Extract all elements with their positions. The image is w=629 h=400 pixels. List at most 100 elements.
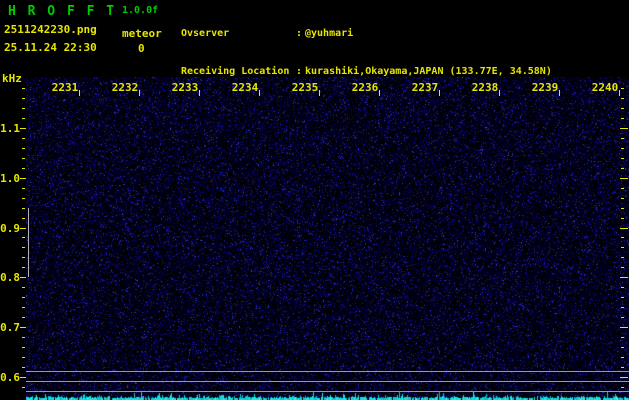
freq-tick-left [22,347,25,348]
carrier-line [26,381,629,382]
freq-tick-left [22,108,25,109]
freq-tick-right [620,178,628,179]
freq-tick-right [621,158,624,159]
freq-tick-left [22,208,25,209]
freq-tick-left [22,148,25,149]
freq-tick-left [22,307,25,308]
freq-tick-right [621,118,624,119]
count-band-marker [28,208,29,277]
freq-tick-left [22,218,25,219]
freq-tick-label: 0.8 [0,271,20,284]
freq-tick-right [621,198,624,199]
time-tick [199,90,200,96]
time-tick [439,90,440,96]
info-label: Ovserver [181,28,230,40]
time-tick [379,90,380,96]
freq-tick-left [22,317,25,318]
freq-tick-left [22,267,25,268]
freq-tick-right [620,128,628,129]
freq-tick-left [22,168,25,169]
freq-tick-left [22,357,25,358]
freq-tick-left [20,128,26,129]
freq-tick-right [621,237,624,238]
freq-tick-right [620,277,628,278]
time-tick [259,90,260,96]
carrier-line [26,371,629,372]
freq-tick-right [621,297,624,298]
freq-tick-right [621,337,624,338]
hrofft-window: H R O F F T 1.0.0f 2511242230.png meteor… [0,0,629,400]
spectrogram-canvas [26,77,629,400]
freq-tick-left [22,337,25,338]
freq-tick-left [22,247,25,248]
freq-tick-right [621,208,624,209]
freq-tick-left [22,188,25,189]
freq-tick-right [621,247,624,248]
freq-tick-left [22,297,25,298]
freq-tick-left [22,158,25,159]
freq-tick-left [22,257,25,258]
freq-tick-left [20,178,26,179]
carrier-line [26,391,629,392]
time-tick [139,90,140,96]
time-tick-label: 2238 [471,81,499,94]
freq-tick-label: 1.0 [0,172,20,185]
meteor-count-label: meteor [122,27,162,40]
time-tick-label: 2233 [171,81,199,94]
output-filename: 2511242230.png [4,23,97,36]
freq-tick-left [20,277,26,278]
freq-tick-right [621,108,624,109]
freq-tick-label: 0.6 [0,371,20,384]
freq-tick-right [621,267,624,268]
meteor-count-value: 0 [138,42,145,55]
time-tick [619,90,620,96]
freq-tick-right [621,307,624,308]
y-axis-unit-label: kHz [2,72,22,85]
observation-datetime: 25.11.24 22:30 [4,41,97,54]
time-tick-label: 2231 [51,81,79,94]
freq-tick-left [22,387,25,388]
freq-tick-right [621,168,624,169]
freq-tick-left [22,88,25,89]
info-row-observer: Ovserver: @yuhmari [181,28,354,40]
freq-tick-left [22,287,25,288]
freq-tick-left [22,138,25,139]
time-tick-label: 2232 [111,81,139,94]
freq-tick-right [621,218,624,219]
freq-tick-left [20,228,26,229]
freq-tick-right [620,327,628,328]
freq-tick-label: 1.1 [0,122,20,135]
time-tick [319,90,320,96]
freq-tick-right [621,287,624,288]
freq-tick-left [22,98,25,99]
time-tick-label: 2240 [591,81,619,94]
time-tick-label: 2239 [531,81,559,94]
freq-tick-right [621,387,624,388]
freq-tick-left [22,367,25,368]
app-version: 1.0.0f [122,5,159,16]
freq-tick-right [621,357,624,358]
freq-tick-label: 0.9 [0,222,20,235]
time-tick [79,90,80,96]
time-tick-label: 2234 [231,81,259,94]
time-tick-label: 2236 [351,81,379,94]
time-tick-label: 2237 [411,81,439,94]
freq-tick-right [621,347,624,348]
time-tick [499,90,500,96]
app-title: H R O F F T [8,4,117,19]
freq-tick-left [20,327,26,328]
info-value: @yuhmari [305,28,354,40]
freq-tick-left [22,237,25,238]
freq-tick-right [621,317,624,318]
freq-tick-label: 0.7 [0,321,20,334]
freq-tick-left [20,377,26,378]
freq-tick-right [620,228,628,229]
freq-tick-right [621,148,624,149]
freq-tick-right [620,377,628,378]
freq-tick-right [621,98,624,99]
freq-tick-right [621,188,624,189]
time-tick [559,90,560,96]
freq-tick-left [22,198,25,199]
freq-tick-right [621,257,624,258]
freq-tick-right [621,138,624,139]
